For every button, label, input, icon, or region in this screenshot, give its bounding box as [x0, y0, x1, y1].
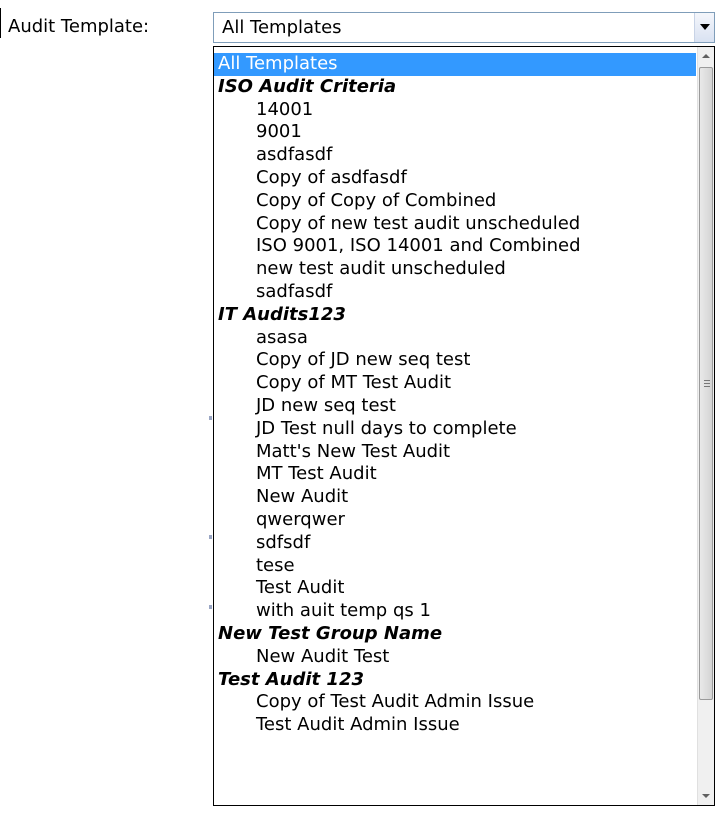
option-item[interactable]: New Audit [214, 486, 696, 509]
option-item[interactable]: JD Test null days to complete [214, 418, 696, 441]
option-selected[interactable]: All Templates [214, 53, 696, 76]
background-fragment [209, 416, 212, 420]
scroll-thumb[interactable] [699, 67, 713, 700]
option-item[interactable]: Copy of Test Audit Admin Issue [214, 691, 696, 714]
option-item[interactable]: Copy of Copy of Combined [214, 190, 696, 213]
option-item[interactable]: New Audit Test [214, 646, 696, 669]
option-group-header: Test Audit 123 [218, 668, 364, 690]
option-item[interactable]: new test audit unscheduled [214, 258, 696, 281]
background-fragment [209, 535, 212, 539]
select-current-value: All Templates [222, 17, 342, 38]
audit-template-select[interactable]: All Templates [213, 12, 715, 43]
option-item[interactable]: Copy of MT Test Audit [214, 372, 696, 395]
background-fragment [209, 605, 212, 609]
option-item[interactable]: Matt's New Test Audit [214, 441, 696, 464]
option-item[interactable]: qwerqwer [214, 509, 696, 532]
option-item[interactable]: JD new seq test [214, 395, 696, 418]
option-item[interactable]: 9001 [214, 121, 696, 144]
audit-template-dropdown-list[interactable]: All Templates ISO Audit Criteria 14001 9001… [213, 46, 715, 806]
option-item[interactable]: 14001 [214, 99, 696, 122]
option-item[interactable]: Copy of JD new seq test [214, 349, 696, 372]
scroll-up-arrow-icon[interactable] [698, 47, 714, 64]
option-item[interactable]: Test Audit Admin Issue [214, 714, 696, 737]
option-item[interactable]: sdfsdf [214, 532, 696, 555]
scroll-down-arrow-icon[interactable] [698, 788, 714, 805]
option-item[interactable]: MT Test Audit [214, 463, 696, 486]
audit-template-label: Audit Template: [8, 16, 150, 37]
option-item[interactable]: Test Audit [214, 577, 696, 600]
text-cursor-bar [0, 8, 1, 38]
dropdown-options: All Templates ISO Audit Criteria 14001 9001… [214, 53, 696, 737]
option-group-header: New Test Group Name [218, 622, 443, 644]
option-group-header: ISO Audit Criteria [218, 75, 397, 97]
option-item[interactable]: asdfasdf [214, 144, 696, 167]
option-item[interactable]: asasa [214, 327, 696, 350]
option-item[interactable]: with auit temp qs 1 [214, 600, 696, 623]
page: Audit Template: All Templates All Templa… [0, 0, 717, 828]
option-item[interactable]: Copy of asdfasdf [214, 167, 696, 190]
dropdown-scrollbar[interactable] [697, 47, 714, 805]
option-item[interactable]: tese [214, 555, 696, 578]
option-item[interactable]: Copy of new test audit unscheduled [214, 213, 696, 236]
option-group-header: IT Audits123 [218, 303, 346, 325]
grip-icon [704, 380, 710, 387]
chevron-down-icon[interactable] [694, 13, 714, 42]
option-item[interactable]: ISO 9001, ISO 14001 and Combined [214, 235, 696, 258]
option-item[interactable]: sadfasdf [214, 281, 696, 304]
